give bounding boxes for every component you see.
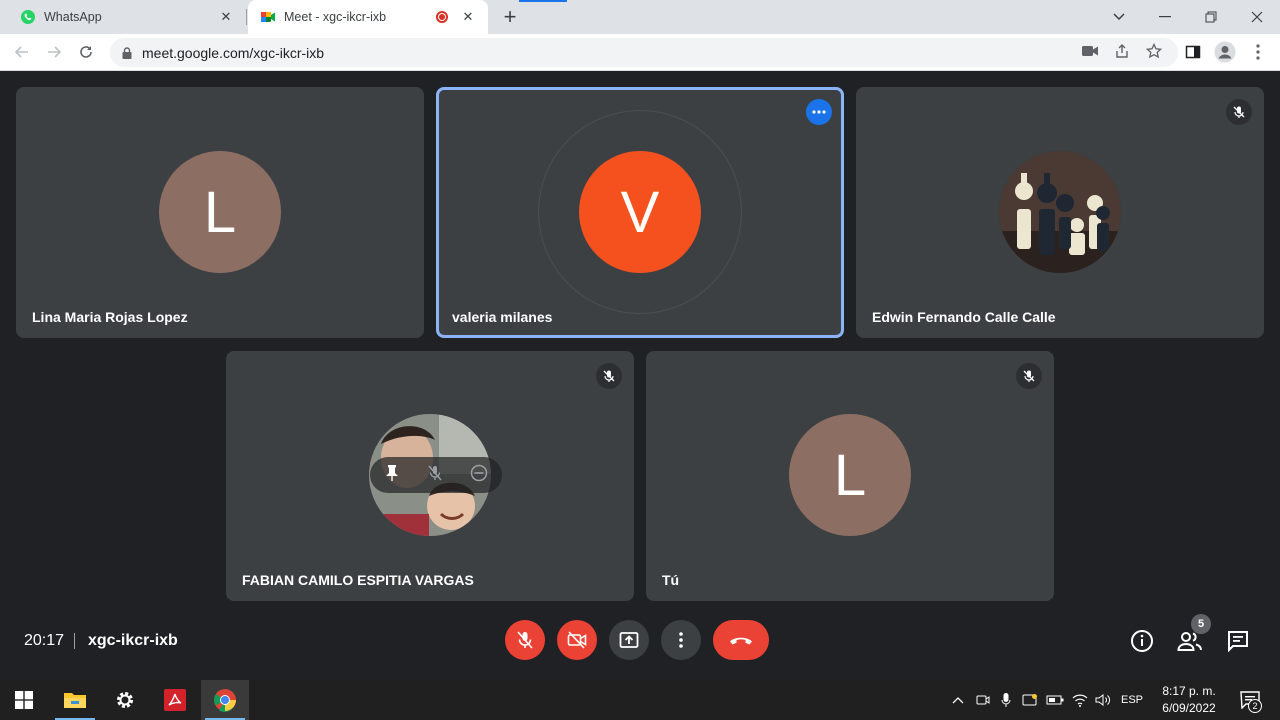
tab-meet[interactable]: Meet - xgc-ikcr-ixb ✕ [248, 0, 488, 34]
acrobat-reader-icon[interactable] [151, 680, 199, 720]
meeting-clock: 20:17 [24, 632, 65, 649]
tile-hover-controls [370, 457, 502, 493]
end-call-button[interactable] [713, 620, 769, 660]
hang-up-icon [730, 637, 752, 645]
participant-tile[interactable]: FABIAN CAMILO ESPITIA VARGAS [226, 351, 634, 601]
mute-participant-icon[interactable] [427, 464, 443, 487]
forward-icon[interactable] [42, 40, 66, 64]
battery-icon[interactable] [1044, 680, 1066, 720]
avatar: L [789, 414, 911, 536]
meet-now-icon[interactable] [973, 680, 993, 720]
tab-separator [246, 9, 247, 25]
avatar: L [159, 151, 281, 273]
chat-icon[interactable] [1225, 628, 1251, 654]
tab-title: WhatsApp [44, 10, 102, 24]
recording-icon [436, 11, 448, 23]
mic-off-icon [1016, 363, 1042, 389]
avatar: V [579, 151, 701, 273]
notification-count: 2 [1248, 699, 1262, 713]
whatsapp-icon [20, 9, 36, 25]
screen-capture-icon[interactable] [1019, 680, 1041, 720]
windows-taskbar: ESP 8:17 p. m. 6/09/2022 2 [0, 680, 1280, 720]
meeting-code: xgc-ikcr-ixb [88, 632, 178, 649]
present-screen-button[interactable] [609, 620, 649, 660]
tab-search-icon[interactable] [1096, 0, 1142, 34]
mic-off-icon [596, 363, 622, 389]
more-options-button[interactable] [661, 620, 701, 660]
address-bar[interactable]: meet.google.com/xgc-ikcr-ixb [110, 38, 1178, 67]
browser-toolbar: meet.google.com/xgc-ikcr-ixb [0, 34, 1280, 71]
menu-kebab-icon[interactable] [1246, 40, 1270, 64]
participant-count-badge: 5 [1191, 614, 1211, 634]
participant-name: Tú [662, 572, 680, 588]
camera-in-use-icon[interactable] [1078, 39, 1102, 63]
participant-tile[interactable]: L Lina Maria Rojas Lopez [16, 87, 424, 338]
participant-tile-active[interactable]: V valeria milanes [436, 87, 844, 338]
file-explorer-icon[interactable] [51, 680, 99, 720]
participant-tile-self[interactable]: L Tú [646, 351, 1054, 601]
system-time: 8:17 p. m. [1162, 684, 1216, 698]
windows-start-icon[interactable] [0, 680, 48, 720]
participant-name: valeria milanes [452, 309, 553, 325]
meet-icon [260, 9, 276, 25]
microphone-in-use-icon[interactable] [996, 680, 1016, 720]
close-tab-icon[interactable]: ✕ [460, 9, 476, 25]
camera-off-icon [567, 631, 587, 649]
back-icon[interactable] [10, 40, 34, 64]
tab-loading-indicator [519, 0, 567, 2]
participant-name: FABIAN CAMILO ESPITIA VARGAS [242, 572, 474, 588]
browser-tab-strip: WhatsApp ✕ Meet - xgc-ikcr-ixb ✕ + [0, 0, 1280, 34]
more-options-button[interactable] [806, 99, 832, 125]
settings-gear-icon[interactable] [101, 680, 149, 720]
tray-overflow-icon[interactable] [948, 680, 968, 720]
tab-whatsapp[interactable]: WhatsApp ✕ [8, 0, 246, 34]
bookmark-star-icon[interactable] [1142, 39, 1166, 63]
minimize-icon[interactable] [1142, 0, 1188, 34]
meeting-details-icon[interactable] [1129, 628, 1155, 654]
present-icon [619, 632, 639, 648]
participant-tile[interactable]: Edwin Fernando Calle Calle [856, 87, 1264, 338]
restore-icon[interactable] [1188, 0, 1234, 34]
chess-pieces-photo [999, 151, 1121, 273]
meet-control-bar: 20:17 xgc-ikcr-ixb 5 [0, 610, 1280, 680]
remove-participant-icon[interactable] [470, 464, 488, 487]
kebab-icon [679, 632, 683, 648]
side-panel-icon[interactable] [1181, 40, 1205, 64]
close-window-icon[interactable] [1234, 0, 1280, 34]
participant-name: Edwin Fernando Calle Calle [872, 309, 1056, 325]
pin-icon[interactable] [384, 464, 400, 487]
participant-name: Lina Maria Rojas Lopez [32, 309, 188, 325]
toggle-camera-button[interactable] [557, 620, 597, 660]
mic-off-icon [517, 631, 533, 649]
lock-icon[interactable] [120, 46, 134, 60]
volume-icon[interactable] [1092, 680, 1114, 720]
input-language[interactable]: ESP [1118, 680, 1146, 720]
tab-title: Meet - xgc-ikcr-ixb [284, 10, 387, 24]
url-text: meet.google.com/xgc-ikcr-ixb [142, 44, 325, 61]
reload-icon[interactable] [74, 40, 98, 64]
share-icon[interactable] [1110, 39, 1134, 63]
toggle-mic-button[interactable] [505, 620, 545, 660]
system-date: 6/09/2022 [1162, 701, 1216, 715]
chrome-icon[interactable] [201, 680, 249, 720]
system-clock[interactable]: 8:17 p. m. 6/09/2022 [1150, 683, 1228, 717]
close-tab-icon[interactable]: ✕ [218, 9, 234, 25]
wifi-icon[interactable] [1069, 680, 1091, 720]
new-tab-button[interactable]: + [498, 4, 522, 29]
mic-off-icon [1226, 99, 1252, 125]
divider [74, 633, 75, 649]
profile-avatar-icon[interactable] [1213, 40, 1237, 64]
